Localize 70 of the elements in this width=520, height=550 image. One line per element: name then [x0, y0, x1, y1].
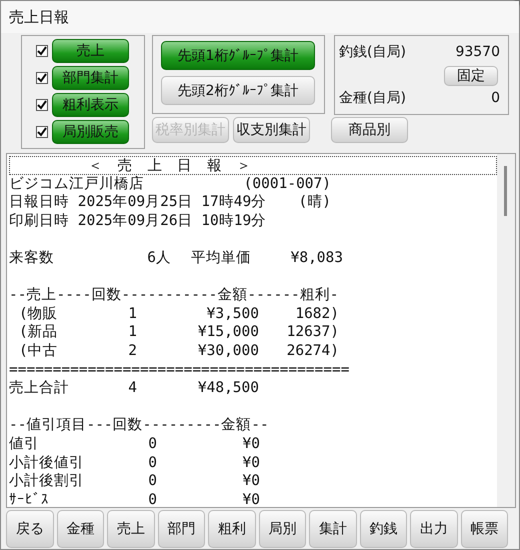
function-button[interactable]: 部門	[158, 510, 205, 548]
report-cell: 4	[127, 379, 137, 398]
report-cell-text: ¥0	[242, 490, 260, 507]
report-cell-text: 平均単価	[190, 248, 251, 268]
report-cell: 0	[147, 454, 157, 472]
function-button[interactable]: 局別	[258, 510, 306, 548]
option-button[interactable]: 売上	[52, 39, 129, 63]
function-button[interactable]: 戻る	[6, 510, 54, 548]
report-cell-text: 来客数	[9, 248, 55, 268]
report-line: 印刷日時 2025年09月26日 10時19分	[9, 212, 268, 230]
total-button[interactable]: 収支別集計	[233, 117, 310, 143]
report-cell-text: ｻｰﾋﾞｽ	[9, 490, 50, 507]
report-title: ＜ 売 上 日 報 ＞	[9, 156, 497, 175]
report-cell-text: 小計後割引	[9, 472, 85, 491]
scroll-thumb[interactable]	[504, 166, 507, 216]
report-text: (晴)	[298, 193, 331, 212]
checkbox[interactable]	[36, 45, 48, 57]
report-cell-text: 26274)	[286, 342, 339, 361]
report-cell-text: ¥3,500	[206, 304, 259, 324]
report-cell-text: (中古	[19, 342, 59, 361]
report-cell: 1	[127, 304, 137, 324]
report-text: ビジコム江戸川橋店	[9, 174, 144, 194]
report-cell-text: 値引	[9, 434, 40, 454]
report-cell: 0	[147, 490, 157, 507]
function-button[interactable]: 帳票	[460, 510, 508, 548]
report-line: --売上----回数-----------金額------粗利-	[9, 286, 340, 305]
report-cell: 0	[147, 472, 157, 491]
function-button[interactable]: 釣銭	[360, 510, 407, 548]
fix-button[interactable]: 固定	[444, 66, 498, 86]
report-cell-text: 12637)	[286, 323, 339, 342]
report-cell-text: ¥48,500	[196, 379, 259, 398]
scrollbar[interactable]	[497, 154, 515, 507]
report-cell-text: ¥15,000	[196, 323, 259, 342]
report-line: =======================================	[9, 360, 350, 380]
group-total-button[interactable]: 先頭2桁ｸﾞﾙｰﾌﾟ集計	[161, 76, 315, 105]
report-cell-text: ¥0	[242, 454, 260, 472]
checkbox[interactable]	[36, 72, 48, 84]
option-button[interactable]: 局別販売	[52, 120, 129, 144]
option-button[interactable]: 粗利表示	[52, 93, 129, 117]
report-cell-text: 6人	[146, 248, 171, 268]
change-label: 釣銭(自局)	[339, 43, 406, 62]
function-button[interactable]: 売上	[107, 510, 154, 548]
function-button[interactable]: 金種	[56, 510, 104, 548]
window-title: 売上日報	[9, 10, 69, 24]
group-total-button[interactable]: 先頭1桁ｸﾞﾙｰﾌﾟ集計	[161, 41, 315, 70]
denomination-value: 0	[491, 89, 500, 108]
checkbox[interactable]	[36, 126, 48, 138]
report-cell-text: 小計後値引	[9, 454, 85, 472]
total-button[interactable]: 商品別	[331, 117, 408, 143]
report-cell-text: 売上合計	[9, 379, 70, 398]
denomination-label: 金種(自局)	[339, 89, 406, 108]
report-line: --値引項目---回数---------金額--	[9, 416, 270, 435]
report-cell-text: ¥30,000	[196, 342, 259, 361]
report-cell-text: 1682)	[294, 304, 339, 324]
change-value: 93570	[455, 43, 500, 62]
report-cell: 0	[147, 434, 157, 454]
report-cell: 2	[127, 342, 137, 361]
report-cell: 1	[127, 323, 137, 342]
function-button[interactable]: 粗利	[208, 510, 256, 548]
report-cell-text: (物販	[19, 304, 59, 324]
checkbox[interactable]	[36, 99, 48, 111]
report-text: (0001-007)	[244, 174, 331, 194]
report-cell-text: ¥0	[242, 434, 260, 454]
function-button[interactable]: 出力	[410, 510, 458, 548]
report-text: 日報日時 2025年09月25日 17時49分	[9, 193, 266, 212]
report-cell-text: (新品	[19, 323, 59, 342]
function-button[interactable]: 集計	[309, 510, 356, 548]
report-cell-text: ¥8,083	[290, 248, 343, 268]
option-button[interactable]: 部門集計	[52, 66, 129, 90]
report-cell-text: ¥0	[242, 472, 260, 491]
